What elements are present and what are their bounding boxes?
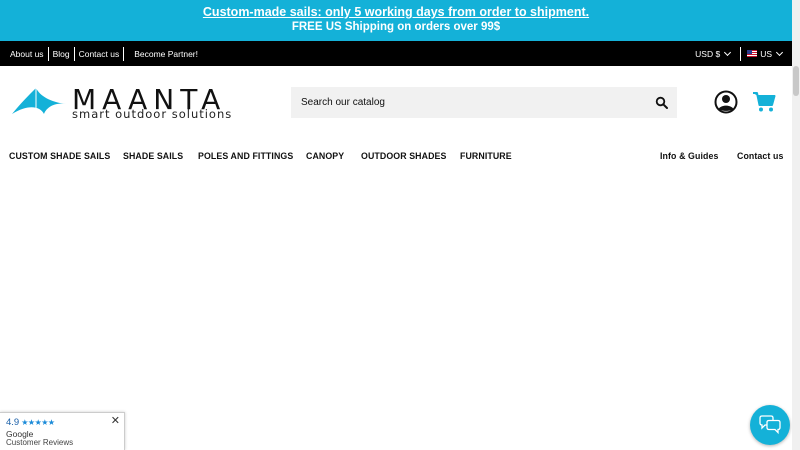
search-icon[interactable] [655,96,669,110]
search-bar [291,87,677,118]
google-reviews-badge[interactable]: 4.9 ★★★★★ Google Customer Reviews ✕ [0,412,125,450]
blog-link[interactable]: Blog [49,47,74,61]
nav-canopy[interactable]: CANOPY [306,151,344,162]
main-navigation: CUSTOM SHADE SAILS SHADE SAILS POLES AND… [0,146,792,166]
about-us-link[interactable]: About us [6,47,48,61]
review-subtitle: Customer Reviews [6,438,74,447]
rating-value: 4.9 [6,417,20,428]
chat-bubbles-icon [759,415,781,435]
top-links: About us Blog Contact us Become Partner! [6,41,202,66]
contact-us-link[interactable]: Contact us [75,47,124,61]
scrollbar[interactable] [792,0,800,450]
currency-selector[interactable]: USD $ [695,48,732,59]
nav-shade-sails[interactable]: SHADE SAILS [123,151,183,162]
nav-info-guides[interactable]: Info & Guides [660,151,718,162]
us-flag-icon [747,50,758,57]
site-header: MAANTA smart outdoor solutions [0,66,792,138]
chat-button[interactable] [750,405,790,445]
sail-logo-icon [12,88,66,114]
chevron-down-icon [775,48,784,56]
nav-contact-us[interactable]: Contact us [737,151,783,162]
currency-label: USD $ [695,48,721,59]
star-rating-icon: ★★★★★ [21,418,55,427]
close-icon[interactable]: ✕ [111,414,120,427]
language-label: US [760,48,772,59]
nav-custom-shade-sails[interactable]: CUSTOM SHADE SAILS [9,151,110,162]
promo-shipping-text: FREE US Shipping on orders over 99$ [291,21,501,33]
cart-icon[interactable] [752,91,776,113]
promo-link[interactable]: Custom-made sails: only 5 working days f… [0,0,792,19]
divider [740,46,742,61]
nav-furniture[interactable]: FURNITURE [460,151,512,162]
scrollbar-thumb[interactable] [793,66,799,96]
account-icon[interactable] [714,90,738,114]
chevron-down-icon [724,48,732,56]
rating-row: 4.9 ★★★★★ [6,417,55,428]
top-bar-selectors: USD $ US [695,41,784,66]
divider [123,46,125,61]
become-partner-link[interactable]: Become Partner! [130,47,202,61]
promo-banner: Custom-made sails: only 5 working days f… [0,0,792,41]
logo[interactable]: MAANTA smart outdoor solutions [10,86,265,131]
top-bar: About us Blog Contact us Become Partner!… [0,41,792,66]
language-selector[interactable]: US [747,48,784,59]
nav-poles-and-fittings[interactable]: POLES AND FITTINGS [198,151,293,162]
logo-tagline: smart outdoor solutions [72,107,233,121]
search-input[interactable] [291,87,641,118]
nav-outdoor-shades[interactable]: OUTDOOR SHADES [361,151,446,162]
